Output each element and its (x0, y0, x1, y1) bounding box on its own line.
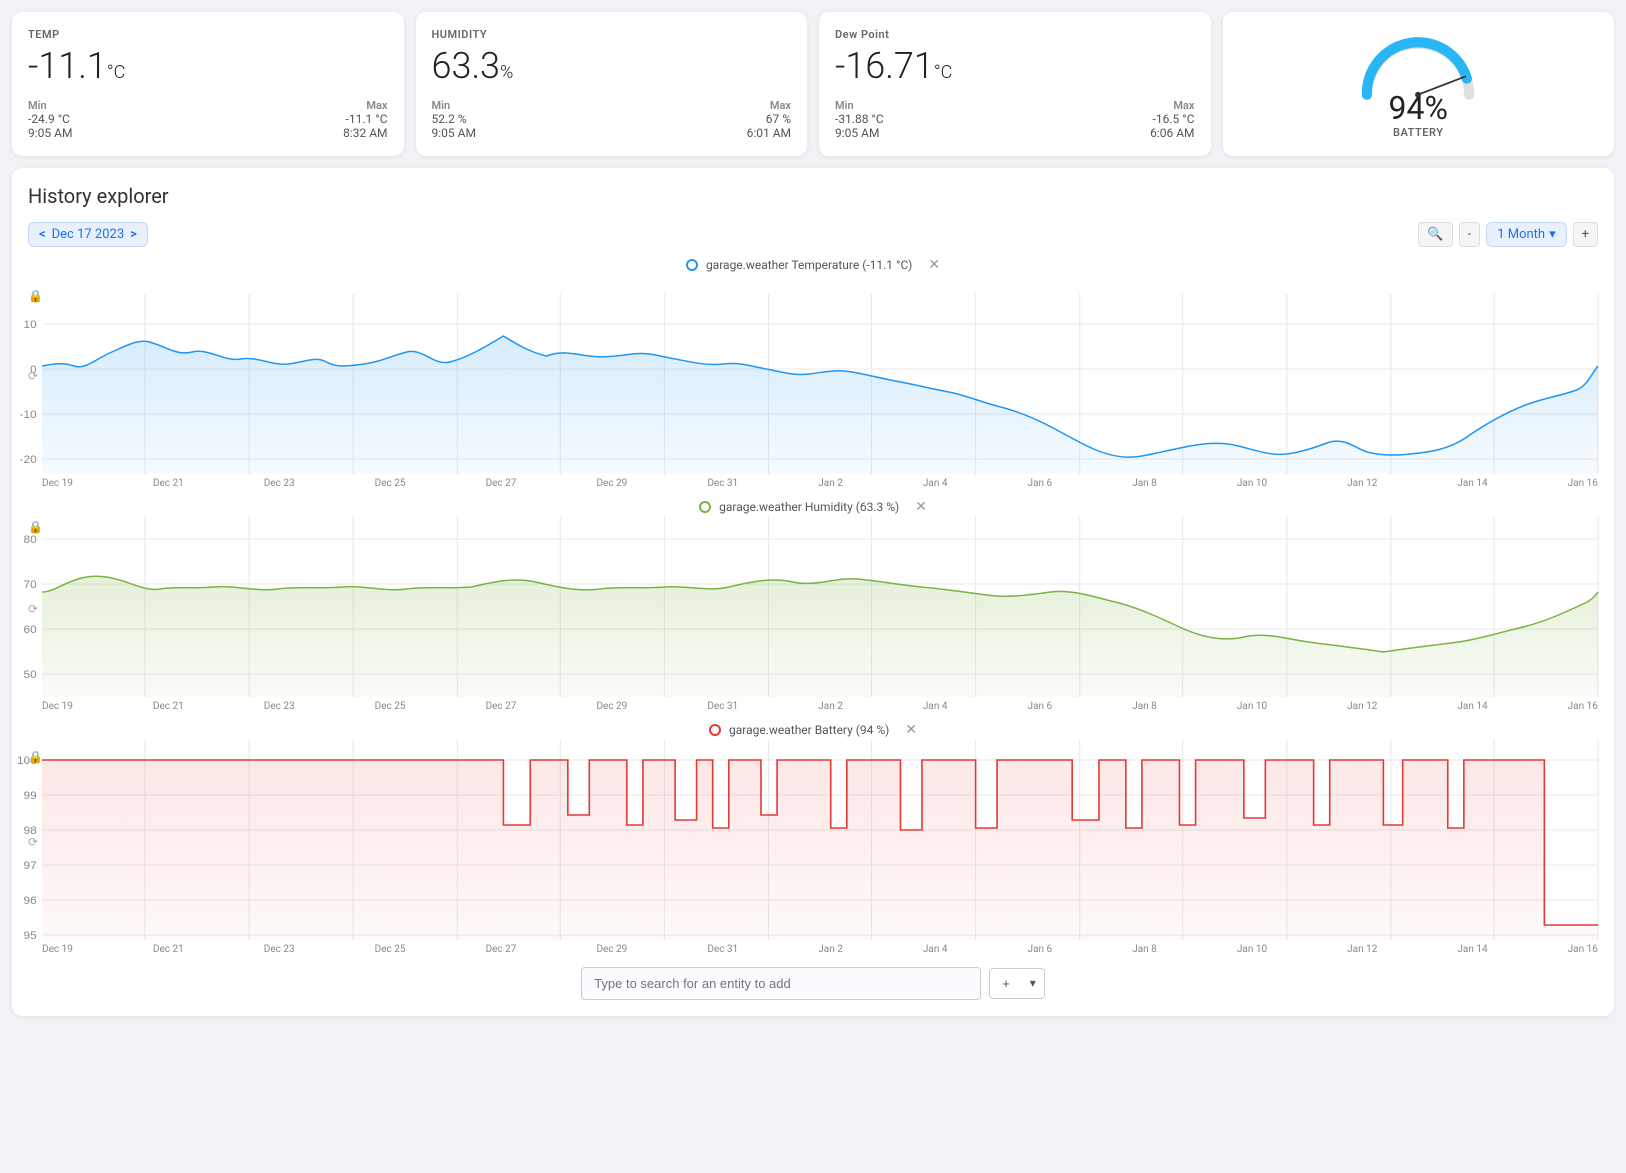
svg-text:-20: -20 (20, 454, 37, 466)
zoom-controls: 🔍 - 1 Month ▾ + (1418, 222, 1598, 247)
history-title: History explorer (28, 184, 1598, 208)
battery-chart-header: garage.weather Battery (94 %) ✕ (28, 722, 1598, 738)
date-nav[interactable]: < Dec 17 2023 > (28, 222, 148, 247)
date-display: Dec 17 2023 (52, 227, 125, 242)
humidity-chart-close[interactable]: ✕ (915, 499, 927, 515)
temp-chart-svg-wrap: 10 0 -10 -20 (42, 294, 1598, 478)
temp-x-labels: Dec 19Dec 21Dec 23Dec 25Dec 27Dec 29Dec … (42, 478, 1598, 489)
humidity-card-label: HUMIDITY (432, 28, 792, 41)
dewpoint-card: Dew Point -16.71°C Min -31.88 °C 9:05 AM… (819, 12, 1211, 156)
humidity-x-labels: Dec 19Dec 21Dec 23Dec 25Dec 27Dec 29Dec … (42, 701, 1598, 712)
battery-card: 94% BATTERY (1223, 12, 1615, 156)
humidity-min: Min 52.2 % 9:05 AM (432, 99, 476, 140)
entity-search-input[interactable] (581, 967, 981, 1000)
svg-text:95: 95 (24, 930, 37, 942)
temp-legend-circle (686, 259, 698, 271)
temp-chart-wrapper: 🔒 ⟳ 10 0 (28, 275, 1598, 478)
humidity-chart-label: garage.weather Humidity (63.3 %) (719, 500, 899, 514)
zoom-minus-btn[interactable]: - (1459, 222, 1481, 247)
battery-chart-svg: 100 99 98 97 96 95 (42, 740, 1598, 940)
dewpoint-min: Min -31.88 °C 9:05 AM (835, 99, 884, 140)
temp-chart-close[interactable]: ✕ (928, 257, 940, 273)
humidity-minmax: Min 52.2 % 9:05 AM Max 67 % 6:01 AM (432, 99, 792, 140)
battery-gauge: 94% BATTERY (1328, 29, 1508, 139)
dewpoint-card-value: -16.71°C (835, 47, 1195, 87)
temp-chart-header: garage.weather Temperature (-11.1 °C) ✕ (28, 257, 1598, 273)
svg-text:96: 96 (24, 895, 37, 907)
humidity-chart-svg: 80 70 60 50 (42, 517, 1598, 697)
add-entity-button[interactable]: + (989, 968, 1022, 999)
history-card: History explorer < Dec 17 2023 > 🔍 - 1 M… (12, 168, 1614, 1016)
temp-scale-icon: ⟳ (28, 369, 38, 383)
top-cards-row: TEMP -11.1°C Min -24.9 °C 9:05 AM Max -1… (12, 12, 1614, 156)
add-entity-dropdown[interactable]: ▾ (1022, 968, 1045, 999)
humidity-legend-circle (699, 501, 711, 513)
humidity-chart-svg-wrap: 80 70 60 50 (42, 517, 1598, 701)
temp-chart-svg: 10 0 -10 -20 (42, 294, 1598, 474)
battery-legend-circle (709, 724, 721, 736)
svg-text:97: 97 (24, 860, 37, 872)
add-group: + ▾ (989, 968, 1045, 999)
svg-text:70: 70 (24, 579, 37, 591)
zoom-plus-btn[interactable]: + (1573, 222, 1598, 247)
temp-lock-icon: 🔒 (28, 289, 43, 303)
battery-x-labels: Dec 19Dec 21Dec 23Dec 25Dec 27Dec 29Dec … (42, 944, 1598, 955)
humidity-chart-wrapper: 🔒 ⟳ 80 70 (28, 517, 1598, 701)
dewpoint-card-label: Dew Point (835, 28, 1195, 41)
temp-card-value: -11.1°C (28, 47, 388, 87)
next-arrow[interactable]: > (130, 227, 137, 242)
svg-text:-10: -10 (20, 409, 37, 421)
temp-chart-container: garage.weather Temperature (-11.1 °C) ✕ … (28, 257, 1598, 489)
svg-text:80: 80 (24, 534, 37, 546)
svg-text:60: 60 (24, 624, 37, 636)
battery-chart-label: garage.weather Battery (94 %) (729, 723, 889, 737)
humidity-card-value: 63.3% (432, 47, 792, 87)
humidity-max: Max 67 % 6:01 AM (747, 99, 791, 140)
temp-minmax: Min -24.9 °C 9:05 AM Max -11.1 °C 8:32 A… (28, 99, 388, 140)
svg-text:99: 99 (24, 790, 37, 802)
prev-arrow[interactable]: < (39, 227, 46, 242)
battery-label: BATTERY (1389, 126, 1448, 139)
dewpoint-minmax: Min -31.88 °C 9:05 AM Max -16.5 °C 6:06 … (835, 99, 1195, 140)
battery-lock-icon: 🔒 (28, 750, 43, 764)
dewpoint-max: Max -16.5 °C 6:06 AM (1150, 99, 1194, 140)
temp-card-label: TEMP (28, 28, 388, 41)
period-select[interactable]: 1 Month ▾ (1486, 222, 1566, 247)
battery-chart-container: garage.weather Battery (94 %) ✕ 🔒 ⟳ (28, 722, 1598, 955)
battery-chart-wrapper: 🔒 ⟳ (28, 740, 1598, 944)
humidity-scale-icon: ⟳ (28, 602, 38, 616)
history-toolbar: < Dec 17 2023 > 🔍 - 1 Month ▾ + (28, 222, 1598, 247)
temp-chart-label: garage.weather Temperature (-11.1 °C) (706, 258, 912, 272)
humidity-lock-icon: 🔒 (28, 520, 43, 534)
battery-chart-svg-wrap: 100 99 98 97 96 95 (42, 740, 1598, 944)
zoom-icon-btn[interactable]: 🔍 (1418, 222, 1452, 247)
humidity-chart-container: garage.weather Humidity (63.3 %) ✕ 🔒 ⟳ (28, 499, 1598, 712)
svg-text:10: 10 (24, 319, 37, 331)
search-bar: + ▾ (28, 967, 1598, 1000)
battery-chart-close[interactable]: ✕ (905, 722, 917, 738)
battery-value: 94% (1389, 92, 1448, 124)
svg-text:50: 50 (24, 669, 37, 681)
humidity-card: HUMIDITY 63.3% Min 52.2 % 9:05 AM Max 67… (416, 12, 808, 156)
temp-max: Max -11.1 °C 8:32 AM (343, 99, 387, 140)
humidity-chart-header: garage.weather Humidity (63.3 %) ✕ (28, 499, 1598, 515)
temp-card: TEMP -11.1°C Min -24.9 °C 9:05 AM Max -1… (12, 12, 404, 156)
battery-scale-icon: ⟳ (28, 835, 38, 849)
temp-min: Min -24.9 °C 9:05 AM (28, 99, 72, 140)
